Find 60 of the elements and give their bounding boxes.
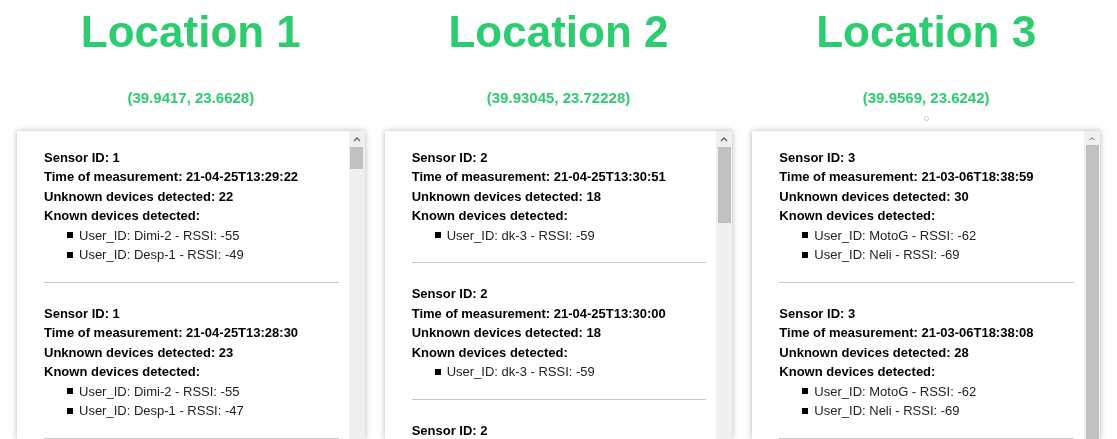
device-entry: User_ID: Dimi-2 - RSSI: -55 <box>79 382 240 401</box>
location-title: Location 3 <box>816 7 1037 57</box>
unknown-devices-count: Unknown devices detected: 30 <box>779 187 970 206</box>
bullet-icon <box>67 251 73 258</box>
device-entry: User_ID: Desp-1 - RSSI: -49 <box>79 246 244 264</box>
sensor-id: Sensor ID: 1 <box>44 148 121 167</box>
sensor-id: Sensor ID: 2 <box>411 148 489 167</box>
bullet-icon <box>434 232 441 239</box>
coordinates: (39.9569, 23.6242) <box>862 88 990 108</box>
scrollbar[interactable] <box>348 130 365 439</box>
sensor-id: Sensor ID: 3 <box>779 148 857 167</box>
known-devices-label: Known devices detected: <box>779 207 937 225</box>
unknown-devices-count: Unknown devices detected: 28 <box>779 343 970 362</box>
measurement-time: Time of measurement: 21-04-25T13:29:22 <box>44 168 300 186</box>
known-devices-label: Known devices detected: <box>411 343 569 362</box>
known-devices-label: Known devices detected: <box>44 363 202 381</box>
measurement-time: Time of measurement: 21-04-25T13:28:30 <box>44 324 300 342</box>
bullet-icon <box>434 368 441 375</box>
scrollbar-thumb[interactable] <box>1085 145 1099 439</box>
bullet-icon <box>67 232 73 239</box>
known-devices-label: Known devices detected: <box>411 207 569 225</box>
scroll-up-icon[interactable] <box>1088 136 1096 141</box>
bullet-icon <box>802 251 809 258</box>
device-entry: User_ID: Neli - RSSI: -69 <box>814 246 960 264</box>
scroll-up-icon[interactable] <box>720 136 729 142</box>
scrollbar-thumb[interactable] <box>717 146 731 223</box>
measurement-time: Time of measurement: 21-03-06T18:38:59 <box>779 168 1035 186</box>
device-entry: User_ID: MotoG - RSSI: -62 <box>814 226 977 245</box>
bullet-icon <box>802 407 809 414</box>
sensor-id: Sensor ID: 2 <box>411 421 489 439</box>
device-entry: User_ID: MotoG - RSSI: -62 <box>814 382 977 401</box>
device-entry: User_ID: dk-3 - RSSI: -59 <box>446 363 595 381</box>
scroll-up-icon[interactable] <box>352 136 361 142</box>
bullet-icon <box>67 388 73 395</box>
device-entry: User_ID: dk-3 - RSSI: -59 <box>446 226 595 245</box>
known-devices-label: Known devices detected: <box>779 363 937 381</box>
location-title: Location 1 <box>80 7 301 57</box>
scrollbar[interactable] <box>1084 130 1100 439</box>
device-entry: User_ID: Desp-1 - RSSI: -47 <box>79 402 244 420</box>
bullet-icon <box>802 232 809 239</box>
sensor-id: Sensor ID: 2 <box>411 285 489 303</box>
measurement-time: Time of measurement: 21-04-25T13:30:51 <box>411 168 667 186</box>
device-entry: User_ID: Neli - RSSI: -69 <box>814 402 960 420</box>
measurement-time: Time of measurement: 21-03-06T18:38:08 <box>779 324 1035 342</box>
known-devices-label: Known devices detected: <box>44 207 202 225</box>
device-entry: User_ID: Dimi-2 - RSSI: -55 <box>79 226 240 245</box>
coordinates: (39.9417, 23.6628) <box>127 88 255 108</box>
bullet-icon <box>67 407 73 414</box>
unknown-devices-count: Unknown devices detected: 18 <box>411 324 602 342</box>
location-title: Location 2 <box>448 7 669 57</box>
unknown-devices-count: Unknown devices detected: 23 <box>44 343 235 362</box>
coordinates: (39.93045, 23.72228) <box>486 88 631 108</box>
sensor-id: Sensor ID: 3 <box>779 304 857 323</box>
scrollbar-thumb[interactable] <box>350 146 364 169</box>
bullet-icon <box>802 388 809 395</box>
unknown-devices-count: Unknown devices detected: 18 <box>411 187 602 206</box>
unknown-devices-count: Unknown devices detected: 22 <box>44 187 235 206</box>
scrollbar[interactable] <box>716 130 733 439</box>
measurement-time: Time of measurement: 21-04-25T13:30:00 <box>411 304 667 323</box>
sensor-id: Sensor ID: 1 <box>44 304 121 323</box>
